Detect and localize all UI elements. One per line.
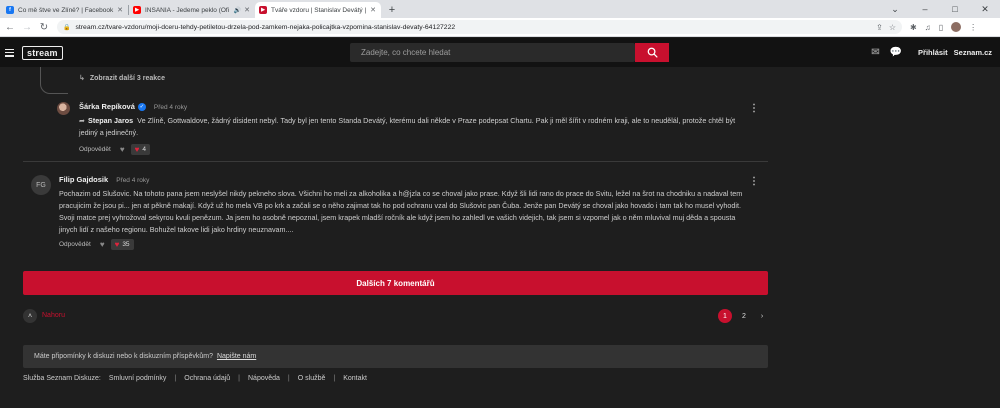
window-controls: ⌄ – □ ✕ bbox=[880, 0, 1000, 18]
feedback-box: Máte připomínky k diskuzi nebo k diskuzn… bbox=[23, 345, 768, 368]
feedback-link[interactable]: Napište nám bbox=[217, 353, 256, 360]
media-control-icon[interactable]: ♫ bbox=[925, 23, 931, 32]
comment-time: Před 4 roky bbox=[153, 104, 188, 111]
audio-playing-icon[interactable]: 🔊 bbox=[234, 7, 241, 14]
minimize-icon[interactable]: – bbox=[910, 4, 940, 14]
likes-badge[interactable]: ♥ 35 bbox=[110, 239, 134, 250]
comment-author[interactable]: Šárka Repíková bbox=[79, 102, 135, 111]
comment-time: Před 4 roky bbox=[116, 177, 150, 184]
forward-icon[interactable]: → bbox=[20, 22, 34, 33]
back-icon[interactable]: ← bbox=[3, 22, 17, 33]
reply-button[interactable]: Odpovědět bbox=[79, 146, 111, 153]
heart-icon: ♥ bbox=[114, 240, 120, 249]
search-icon bbox=[647, 47, 658, 58]
browser-tab-youtube[interactable]: ▶ INSANIA - Jedeme peklo (Ofi 🔊 ✕ bbox=[129, 2, 255, 18]
seznam-link[interactable]: Seznam.cz bbox=[954, 48, 992, 57]
browser-toolbar: ← → ↻ 🔒 stream.cz/tvare-vzdoru/moji-dcer… bbox=[0, 18, 1000, 37]
stream-logo[interactable]: stream bbox=[22, 45, 63, 60]
profile-avatar[interactable] bbox=[951, 22, 962, 32]
url-text[interactable]: stream.cz/tvare-vzdoru/moji-dceru-tehdy-… bbox=[75, 24, 870, 31]
share-icon[interactable]: ⇪ bbox=[876, 23, 883, 32]
mail-icon[interactable]: ✉ bbox=[871, 47, 879, 58]
tab-close-icon[interactable]: ✕ bbox=[116, 6, 124, 14]
new-tab-button[interactable]: + bbox=[385, 3, 399, 17]
page-2-button[interactable]: 2 bbox=[737, 309, 751, 323]
footer-link-terms[interactable]: Smluvní podmínky bbox=[109, 375, 167, 382]
search-input[interactable]: Zadejte, co chcete hledat bbox=[350, 43, 635, 62]
heart-icon: ♥ bbox=[134, 145, 140, 154]
address-bar[interactable]: 🔒 stream.cz/tvare-vzdoru/moji-dceru-tehd… bbox=[57, 20, 902, 34]
verified-badge-icon: ✓ bbox=[137, 102, 146, 111]
footer-separator: | bbox=[238, 375, 240, 382]
site-header: stream Zadejte, co chcete hledat ✉ 💬 Při… bbox=[0, 38, 1000, 67]
tab-close-icon[interactable]: ✕ bbox=[243, 6, 251, 14]
likes-badge[interactable]: ♥ 4 bbox=[130, 144, 150, 155]
side-panel-icon[interactable]: ▯ bbox=[939, 23, 943, 32]
comment-menu-icon[interactable]: ⋮ bbox=[749, 103, 759, 114]
page-1-button[interactable]: 1 bbox=[718, 309, 732, 323]
comment-header: Šárka Repíková ✓ Před 4 roky bbox=[79, 102, 749, 111]
tab-title: INSANIA - Jedeme peklo (Ofi bbox=[145, 6, 230, 14]
close-window-icon[interactable]: ✕ bbox=[970, 4, 1000, 15]
footer-link-contact[interactable]: Kontakt bbox=[343, 375, 367, 382]
reply-to-author[interactable]: Stepan Jaros bbox=[88, 116, 133, 125]
search-button[interactable] bbox=[635, 43, 669, 62]
footer-label: Služba Seznam Diskuze: bbox=[23, 375, 101, 382]
comment: Filip Gajdosik Před 4 roky Pochazim od Sl… bbox=[59, 175, 749, 250]
heart-outline-icon[interactable]: ♥ bbox=[120, 145, 125, 154]
tab-title: Tváře vzdoru | Stanislav Devátý | bbox=[271, 6, 367, 14]
comment-actions: Odpovědět ♥ ♥ 35 bbox=[59, 239, 749, 250]
reply-arrow-icon: ↳ bbox=[79, 75, 85, 82]
browser-tab-strip: f Co mě štve ve Zlíně? | Facebook ✕ ▶ IN… bbox=[0, 0, 1000, 18]
login-link[interactable]: Přihlásit bbox=[918, 48, 948, 57]
comment-actions: Odpovědět ♥ ♥ 4 bbox=[79, 144, 749, 155]
avatar[interactable]: FG bbox=[31, 175, 51, 195]
pagination-row: ˄ Nahoru 1 2 › bbox=[23, 309, 768, 323]
scroll-top-link[interactable]: Nahoru bbox=[42, 312, 65, 319]
footer: Služba Seznam Diskuze: Smluvní podmínky … bbox=[23, 375, 367, 382]
browser-menu-icon[interactable]: ⋮ bbox=[969, 23, 977, 32]
comment-text: ➦ Stepan Jaros Ve Zlíně, Gottwaldove, žád… bbox=[79, 116, 736, 137]
show-more-replies-link[interactable]: ↳ Zobrazit další 3 reakce bbox=[79, 74, 165, 82]
chat-bubble-icon[interactable]: 💬 bbox=[890, 47, 902, 58]
chevron-down-icon[interactable]: ⌄ bbox=[880, 4, 910, 15]
heart-outline-icon[interactable]: ♥ bbox=[100, 240, 105, 249]
maximize-icon[interactable]: □ bbox=[940, 4, 970, 14]
thread-connector bbox=[40, 67, 68, 94]
feedback-text: Máte připomínky k diskuzi nebo k diskuzn… bbox=[34, 353, 213, 360]
extensions-icon[interactable]: ✱ bbox=[910, 23, 917, 32]
reply-arrow-icon: ➦ bbox=[79, 116, 86, 125]
tab-title: Co mě štve ve Zlíně? | Facebook bbox=[18, 6, 114, 14]
footer-separator: | bbox=[333, 375, 336, 382]
footer-separator: | bbox=[174, 375, 177, 382]
facebook-favicon-icon: f bbox=[6, 6, 14, 14]
comment-text: Pochazim od Slušovic. Na tohoto pana jse… bbox=[59, 189, 743, 234]
hamburger-menu-icon[interactable] bbox=[5, 48, 14, 57]
next-page-chevron-icon[interactable]: › bbox=[755, 309, 769, 323]
reload-icon[interactable]: ↻ bbox=[37, 22, 51, 33]
tab-close-icon[interactable]: ✕ bbox=[369, 6, 377, 14]
likes-count: 35 bbox=[122, 241, 130, 248]
comment-divider bbox=[23, 161, 768, 162]
comment-author[interactable]: Filip Gajdosik bbox=[59, 175, 108, 184]
footer-separator: | bbox=[287, 375, 290, 382]
header-right: ✉ 💬 Přihlásit Seznam.cz bbox=[871, 38, 992, 67]
browser-tab-facebook[interactable]: f Co mě štve ve Zlíně? | Facebook ✕ bbox=[2, 2, 128, 18]
comment-reply: Šárka Repíková ✓ Před 4 roky ➦ Stepan Jaros… bbox=[79, 102, 749, 155]
more-comments-button[interactable]: Dalších 7 komentářů bbox=[23, 271, 768, 295]
footer-link-privacy[interactable]: Ochrana údajů bbox=[184, 375, 230, 382]
reply-button[interactable]: Odpovědět bbox=[59, 241, 91, 248]
comment-header: Filip Gajdosik Před 4 roky bbox=[59, 175, 749, 184]
avatar[interactable] bbox=[57, 102, 70, 115]
footer-link-about[interactable]: O službě bbox=[298, 375, 326, 382]
bookmark-star-icon[interactable]: ☆ bbox=[889, 23, 896, 32]
comment-menu-icon[interactable]: ⋮ bbox=[749, 176, 759, 187]
footer-link-help[interactable]: Nápověda bbox=[248, 375, 280, 382]
likes-count: 4 bbox=[142, 146, 146, 153]
browser-tab-stream[interactable]: ▶ Tváře vzdoru | Stanislav Devátý | ✕ bbox=[255, 2, 381, 18]
lock-icon[interactable]: 🔒 bbox=[63, 24, 70, 31]
youtube-favicon-icon: ▶ bbox=[133, 6, 141, 14]
stream-favicon-icon: ▶ bbox=[259, 6, 267, 14]
chevron-up-icon[interactable]: ˄ bbox=[23, 309, 37, 323]
